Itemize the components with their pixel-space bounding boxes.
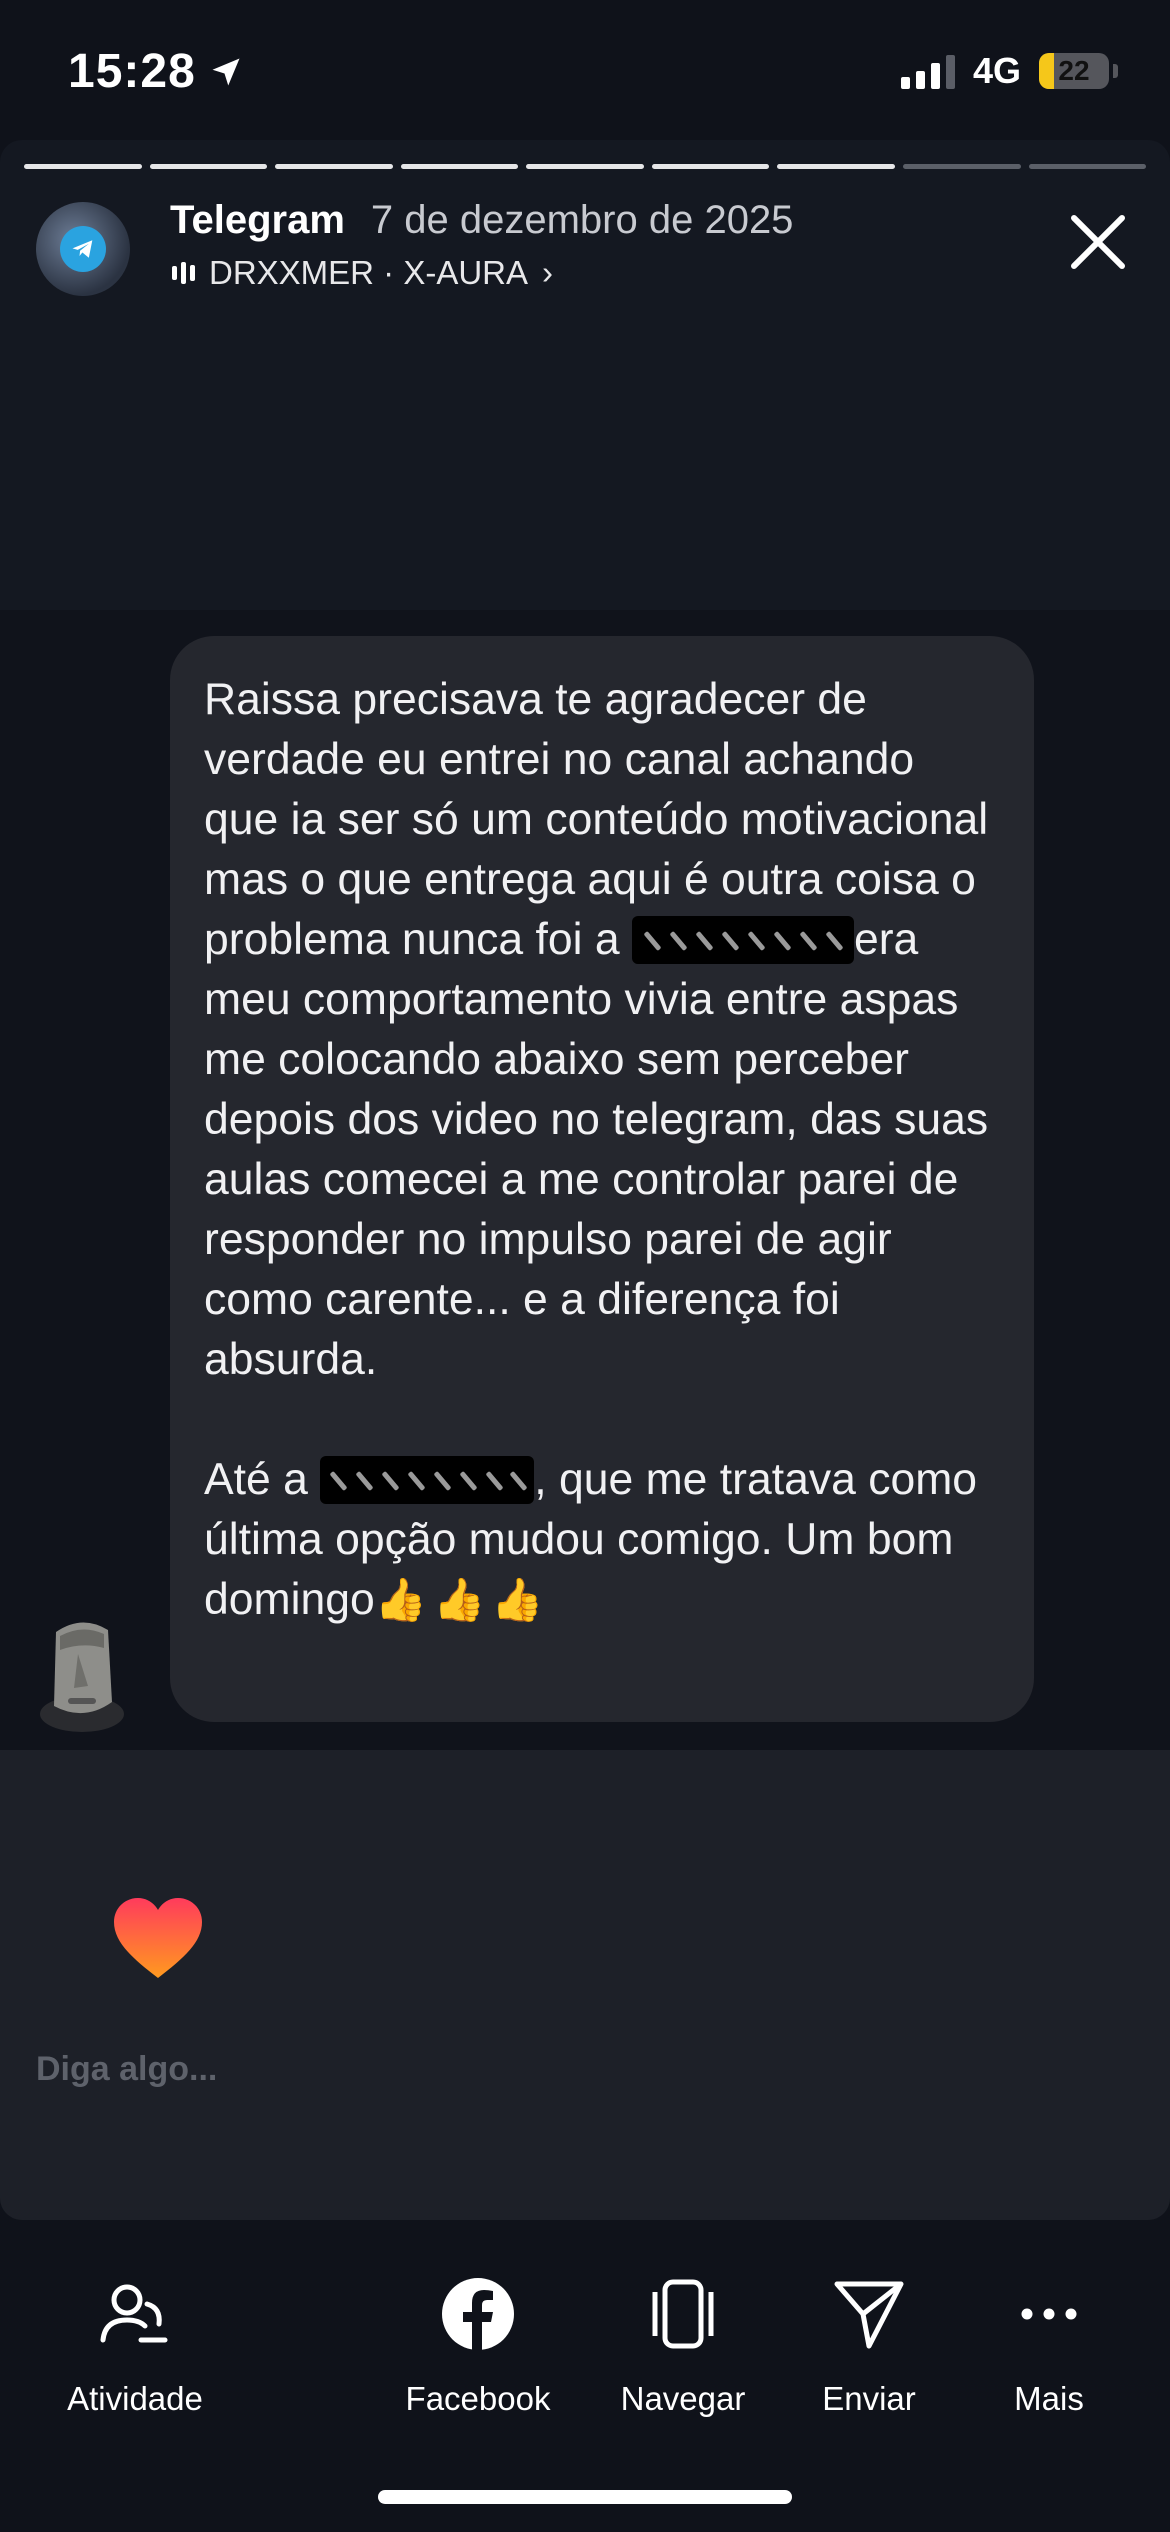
censor-sticker — [631, 916, 854, 964]
telegram-logo-icon — [60, 226, 106, 272]
message-text: Até a — [204, 1455, 308, 1504]
send-button[interactable]: Enviar — [769, 2274, 969, 2418]
clock: 15:28 — [68, 45, 196, 98]
message-bubble: Raissa precisava te agradecer de verdade… — [170, 636, 1034, 1722]
status-indicators: 4G 22 — [900, 50, 1118, 92]
account-name[interactable]: Telegram — [170, 198, 345, 243]
censor-sticker — [320, 1456, 535, 1504]
reply-area: Diga algo... — [0, 1750, 1170, 2220]
activity-label: Atividade — [67, 2380, 203, 2417]
close-icon[interactable] — [1062, 206, 1134, 278]
progress-segment — [149, 164, 268, 169]
send-icon — [834, 2281, 904, 2349]
more-icon — [1021, 2308, 1077, 2320]
story-action-bar: Atividade Facebook Navegar Enviar Mais — [0, 2220, 1170, 2532]
facebook-label: Facebook — [405, 2380, 551, 2417]
home-indicator[interactable] — [378, 2490, 792, 2504]
heart-icon[interactable] — [112, 1896, 204, 1980]
facebook-button[interactable]: Facebook — [378, 2274, 578, 2418]
facebook-icon — [442, 2278, 514, 2350]
browse-label: Navegar — [620, 2380, 746, 2417]
message-paragraph-1: Raissa precisava te agradecer de verdade… — [204, 670, 1000, 1390]
progress-segment — [651, 164, 770, 169]
location-arrow-icon — [212, 58, 240, 85]
moai-sticker — [40, 1622, 124, 1732]
progress-segment — [400, 164, 519, 169]
battery-percent: 22 — [1058, 55, 1090, 86]
avatar[interactable] — [36, 202, 130, 296]
activity-button[interactable]: Atividade — [35, 2274, 235, 2418]
status-time: 15:28 — [68, 44, 244, 99]
battery-fill — [1039, 53, 1055, 89]
music-track: DRXXMER · X-AURA — [209, 254, 529, 291]
cell-signal-icon — [900, 53, 955, 89]
browse-icon — [652, 2279, 714, 2349]
send-label: Enviar — [822, 2380, 916, 2417]
music-attribution[interactable]: DRXXMER · X-AURA › — [172, 254, 553, 292]
battery-tip — [1113, 64, 1118, 78]
status-bar: 15:28 4G 22 — [0, 0, 1170, 140]
progress-segment — [275, 164, 393, 169]
progress-segment — [902, 164, 1021, 169]
message-paragraph-2: Até a , que me tratava como última opção… — [204, 1450, 1000, 1630]
progress-segment — [1028, 164, 1147, 169]
thumbs-up-emoji: 👍👍👍 — [374, 1575, 550, 1624]
music-bars-icon — [172, 261, 195, 285]
story-header: Telegram 7 de dezembro de 2025 DRXXMER ·… — [36, 194, 1134, 304]
story-title-line: Telegram 7 de dezembro de 2025 — [170, 198, 793, 243]
more-button[interactable]: Mais — [949, 2274, 1149, 2418]
progress-segment — [24, 164, 142, 169]
story-progress-bar — [24, 164, 1147, 169]
chevron-right-icon: › — [542, 254, 554, 291]
activity-icon — [100, 2284, 168, 2343]
network-type: 4G — [972, 50, 1021, 91]
story-date: 7 de dezembro de 2025 — [370, 198, 794, 242]
more-label: Mais — [1014, 2380, 1084, 2417]
message-text: era meu comportamento vivia entre aspas … — [204, 915, 989, 1384]
reply-input[interactable]: Diga algo... — [36, 2050, 217, 2089]
progress-segment — [526, 164, 644, 169]
browse-button[interactable]: Navegar — [583, 2274, 783, 2418]
battery-icon: 22 — [1039, 53, 1109, 89]
progress-segment — [777, 164, 895, 169]
